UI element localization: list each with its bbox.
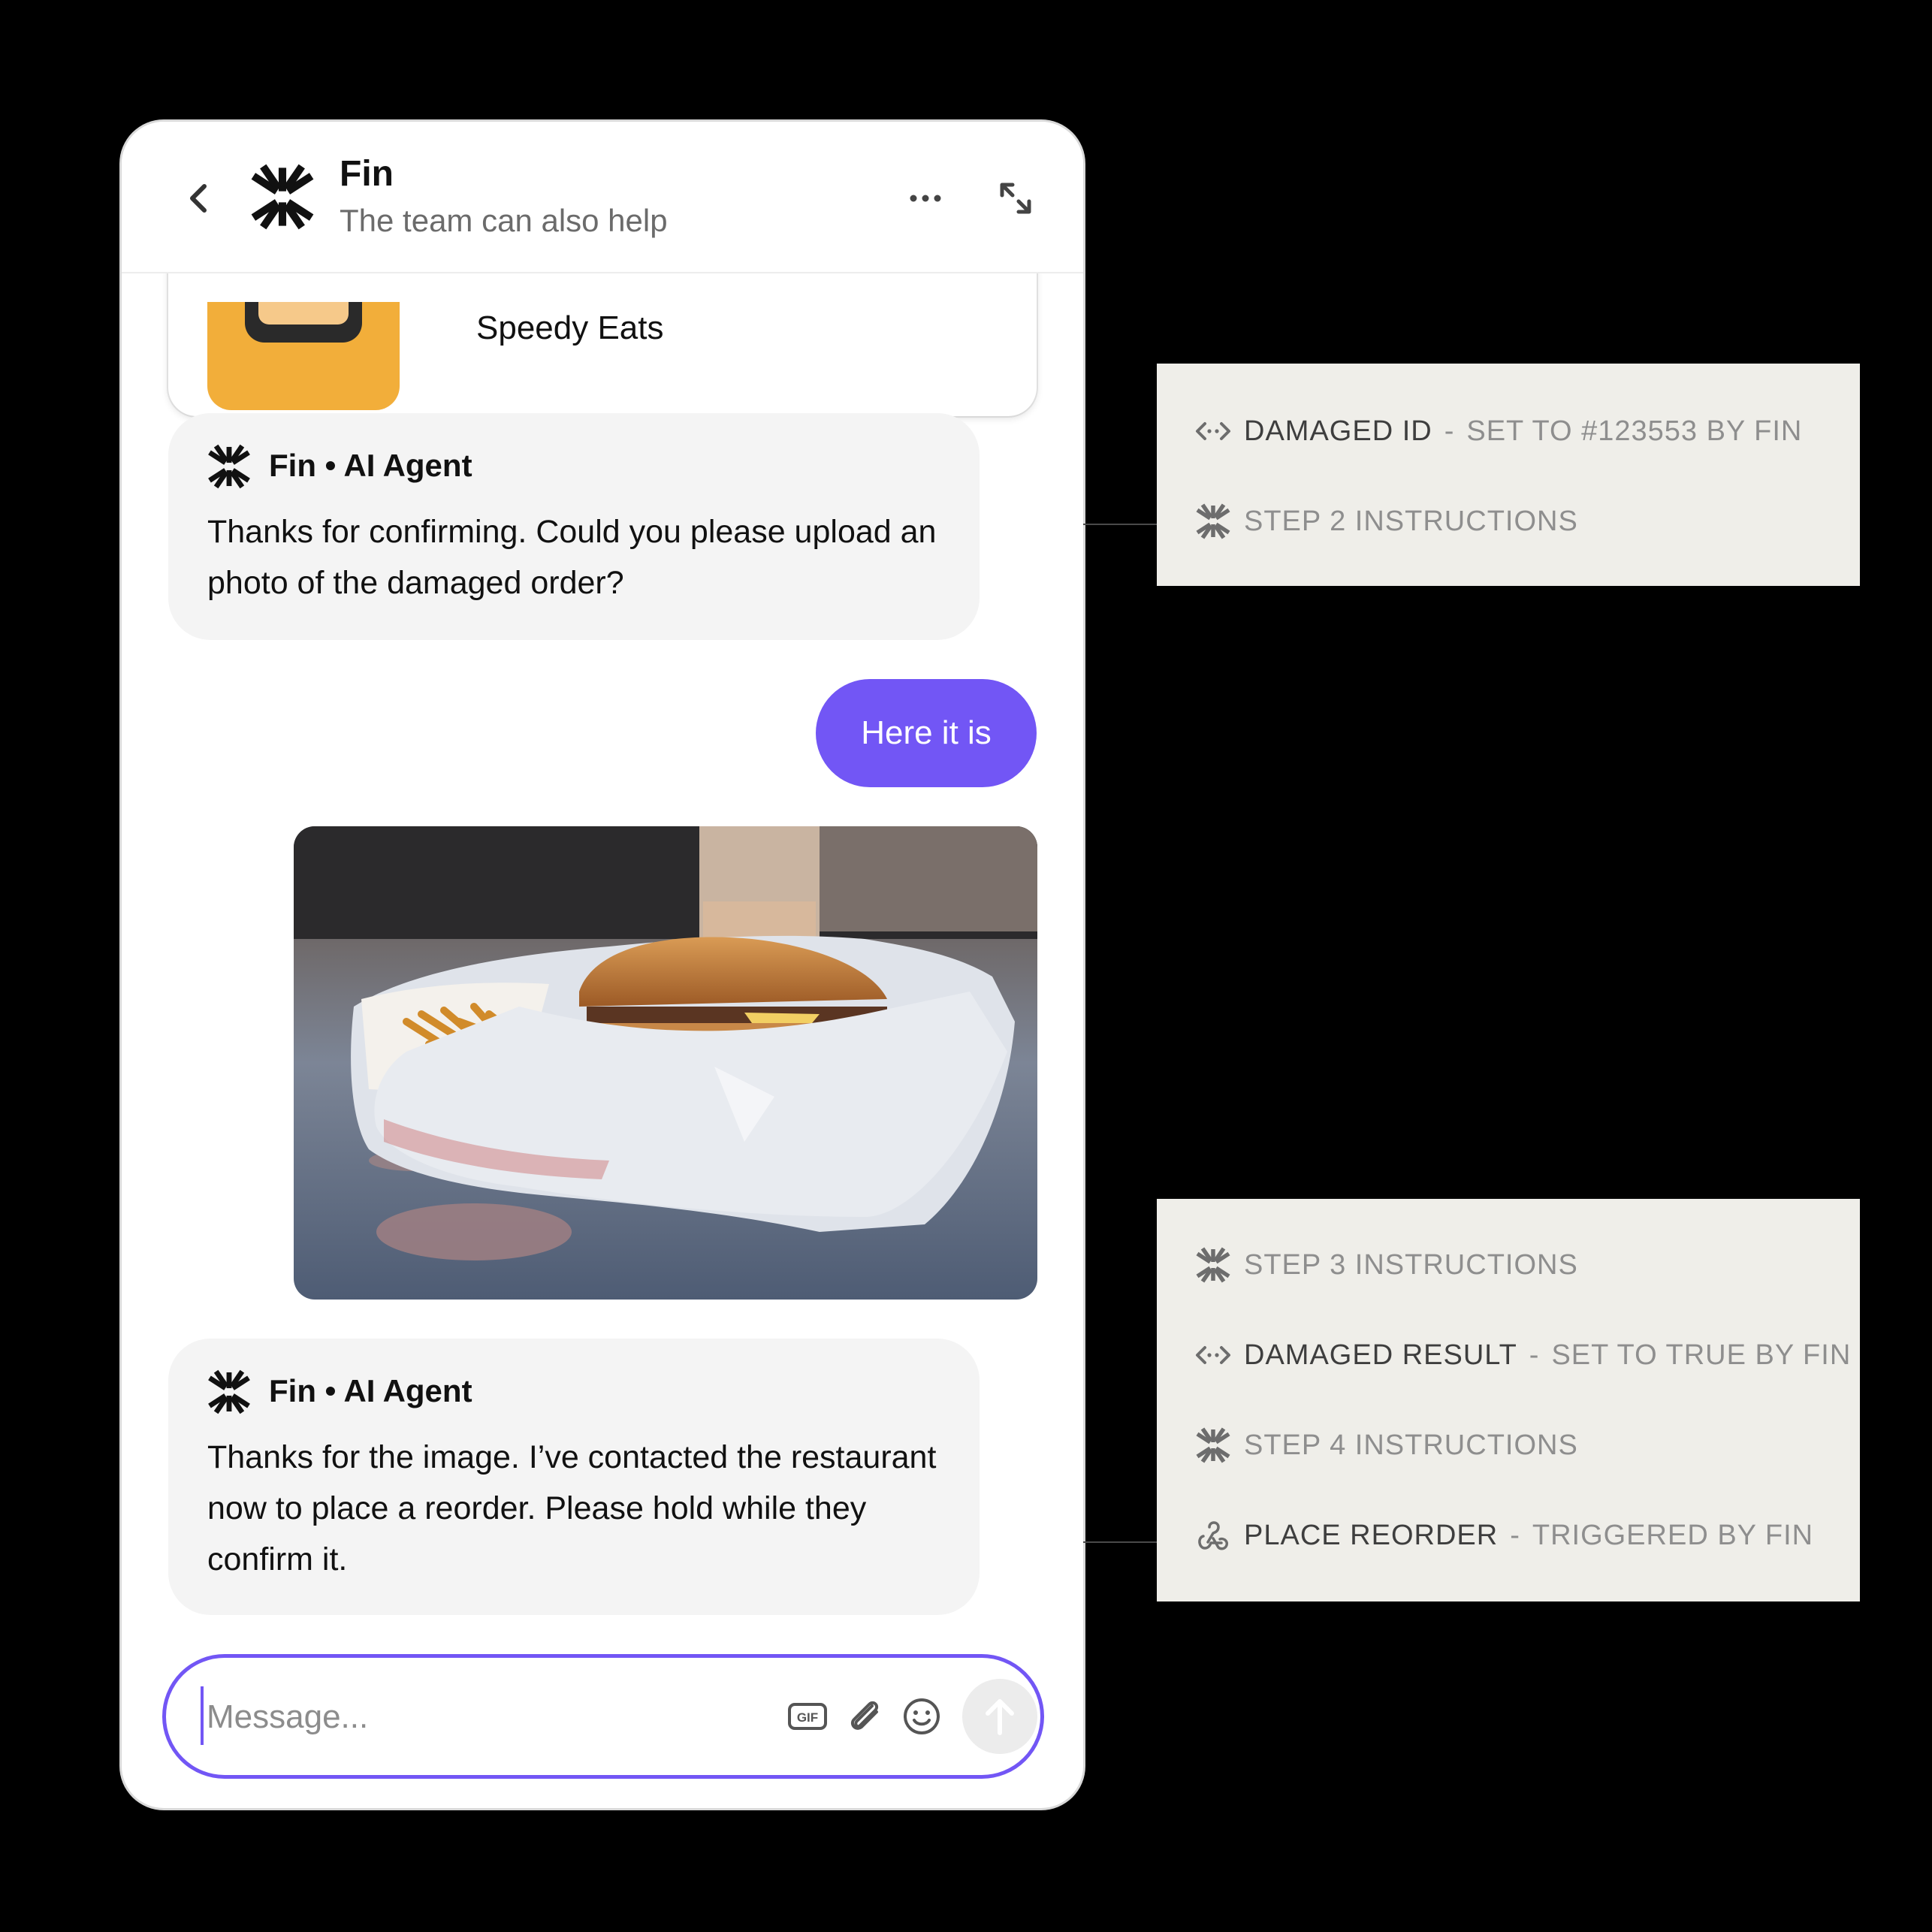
row-value: TRIGGERED BY FIN xyxy=(1532,1519,1814,1551)
user-message-bubble: Here it is xyxy=(816,679,1037,787)
connector-line xyxy=(1083,1541,1157,1543)
messenger-window: Speedy Eats Fin • AI Agent Thanks for co… xyxy=(122,122,1083,1808)
row-separator: - xyxy=(1510,1519,1520,1551)
fin-icon xyxy=(1194,1426,1232,1464)
row-key: DAMAGED ID xyxy=(1244,415,1432,447)
svg-text:GIF: GIF xyxy=(797,1710,818,1725)
workflow-panel-top: DAMAGED ID - SET TO #123553 BY FIN STEP … xyxy=(1157,364,1860,586)
fin-icon xyxy=(206,443,252,490)
panel-row: STEP 4 INSTRUCTIONS xyxy=(1194,1423,1578,1468)
back-arrow-icon[interactable] xyxy=(176,176,221,221)
send-button[interactable] xyxy=(962,1679,1037,1754)
row-value: SET TO #123553 BY FIN xyxy=(1466,415,1803,447)
gif-icon[interactable]: GIF xyxy=(786,1695,829,1737)
ai-sender-name: Fin • AI Agent xyxy=(269,448,472,483)
row-key: PLACE REORDER xyxy=(1244,1519,1499,1551)
damaged-order-photo[interactable] xyxy=(294,826,1037,1300)
ai-message-bubble: Fin • AI Agent Thanks for confirming. Co… xyxy=(168,413,980,640)
fin-icon xyxy=(206,1369,252,1415)
expand-icon[interactable] xyxy=(993,176,1038,221)
attribute-icon xyxy=(1196,422,1230,440)
workflow-panel-bottom: STEP 3 INSTRUCTIONS DAMAGED RESULT - SET… xyxy=(1157,1199,1860,1601)
row-key: DAMAGED RESULT xyxy=(1244,1339,1517,1371)
fin-logo-icon xyxy=(248,162,317,231)
ai-message-text: Thanks for confirming. Could you please … xyxy=(207,514,937,601)
arrow-up-icon xyxy=(986,1699,1014,1735)
row-key: STEP 4 INSTRUCTIONS xyxy=(1244,1429,1578,1461)
connector-line xyxy=(1083,524,1157,525)
attachment-icon[interactable] xyxy=(844,1695,886,1737)
panel-row: STEP 2 INSTRUCTIONS xyxy=(1194,499,1578,544)
header-subtitle: The team can also help xyxy=(340,203,668,238)
ai-sender-name: Fin • AI Agent xyxy=(269,1373,472,1408)
message-input[interactable] xyxy=(205,1679,734,1755)
text-caret xyxy=(201,1686,204,1745)
restaurant-name: Speedy Eats xyxy=(476,309,664,346)
row-separator: - xyxy=(1444,415,1455,447)
row-value: SET TO TRUE BY FIN xyxy=(1551,1339,1852,1371)
panel-row: STEP 3 INSTRUCTIONS xyxy=(1194,1242,1578,1287)
header-title: Fin xyxy=(340,154,394,194)
row-separator: - xyxy=(1529,1339,1540,1371)
more-options-icon[interactable] xyxy=(903,176,948,221)
row-key: STEP 2 INSTRUCTIONS xyxy=(1244,505,1578,537)
restaurant-logo xyxy=(207,302,400,410)
attribute-icon xyxy=(1196,1346,1230,1364)
burger-photo-image xyxy=(294,826,1037,1300)
ai-message-text: Thanks for the image. I’ve contacted the… xyxy=(207,1439,937,1577)
panel-row: DAMAGED RESULT - SET TO TRUE BY FIN xyxy=(1194,1333,1851,1378)
row-key: STEP 3 INSTRUCTIONS xyxy=(1244,1248,1578,1281)
emoji-icon[interactable] xyxy=(901,1695,943,1737)
panel-row: DAMAGED ID - SET TO #123553 BY FIN xyxy=(1194,409,1802,454)
panel-row: PLACE REORDER - TRIGGERED BY FIN xyxy=(1194,1513,1813,1558)
ai-message-bubble: Fin • AI Agent Thanks for the image. I’v… xyxy=(168,1339,980,1615)
webhook-icon xyxy=(1198,1521,1229,1550)
fin-icon xyxy=(1194,503,1232,540)
messenger-header: Fin The team can also help xyxy=(122,122,1083,273)
fin-icon xyxy=(1194,1246,1232,1284)
message-composer[interactable]: GIF xyxy=(162,1654,1044,1779)
